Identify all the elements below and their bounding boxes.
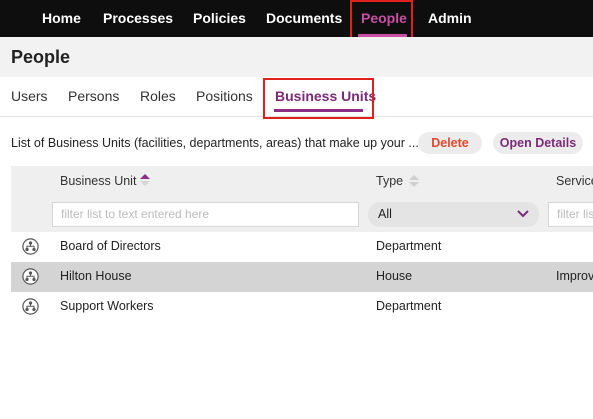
service-filter-input[interactable]: filter list to text entered here — [548, 202, 593, 227]
tab-persons[interactable]: Persons — [68, 88, 119, 104]
business-unit-type: Department — [376, 239, 442, 253]
nav-item-documents[interactable]: Documents — [266, 0, 342, 37]
column-label-business-unit: Business Unit — [60, 174, 137, 188]
nav-item-policies[interactable]: Policies — [193, 0, 246, 37]
list-description: List of Business Units (facilities, depa… — [11, 136, 419, 150]
org-chart-icon — [22, 238, 39, 255]
chevron-down-icon — [517, 210, 529, 218]
business-unit-type: Department — [376, 299, 442, 313]
org-chart-icon — [22, 268, 39, 285]
type-filter-select[interactable]: All — [368, 202, 539, 227]
open-details-button[interactable]: Open Details — [493, 132, 583, 154]
table-row[interactable]: Board of Directors Department — [11, 232, 593, 262]
column-label-service: Service — [556, 174, 593, 188]
table-row[interactable]: Support Workers Department — [11, 292, 593, 322]
business-unit-name: Hilton House — [60, 269, 132, 283]
nav-item-processes[interactable]: Processes — [103, 0, 173, 37]
business-unit-filter-input[interactable]: filter list to text entered here — [52, 202, 359, 227]
column-header-service[interactable]: Service — [556, 174, 593, 188]
sort-icon[interactable] — [409, 174, 419, 188]
column-label-type: Type — [376, 174, 404, 188]
column-header-type[interactable]: Type — [376, 174, 403, 188]
tab-users[interactable]: Users — [11, 88, 48, 104]
table-row[interactable]: Hilton House House Improv — [11, 262, 593, 292]
sort-asc-icon[interactable] — [140, 173, 150, 187]
delete-button[interactable]: Delete — [418, 132, 482, 154]
highlight-box-business-units — [263, 78, 374, 119]
column-header-business-unit[interactable]: Business Unit — [60, 174, 136, 188]
page-title: People — [11, 47, 71, 67]
tab-positions[interactable]: Positions — [196, 88, 253, 104]
business-unit-type: House — [376, 269, 413, 283]
business-unit-name: Support Workers — [60, 299, 154, 313]
type-filter-value: All — [378, 207, 392, 221]
business-unit-name: Board of Directors — [60, 239, 161, 253]
tab-roles[interactable]: Roles — [140, 88, 176, 104]
business-unit-service: Improv — [556, 269, 593, 283]
nav-item-admin[interactable]: Admin — [428, 0, 472, 37]
org-chart-icon — [22, 298, 39, 315]
nav-item-home[interactable]: Home — [42, 0, 81, 37]
title-bar — [0, 37, 593, 77]
top-nav: Home Processes Policies Documents People… — [0, 0, 593, 37]
